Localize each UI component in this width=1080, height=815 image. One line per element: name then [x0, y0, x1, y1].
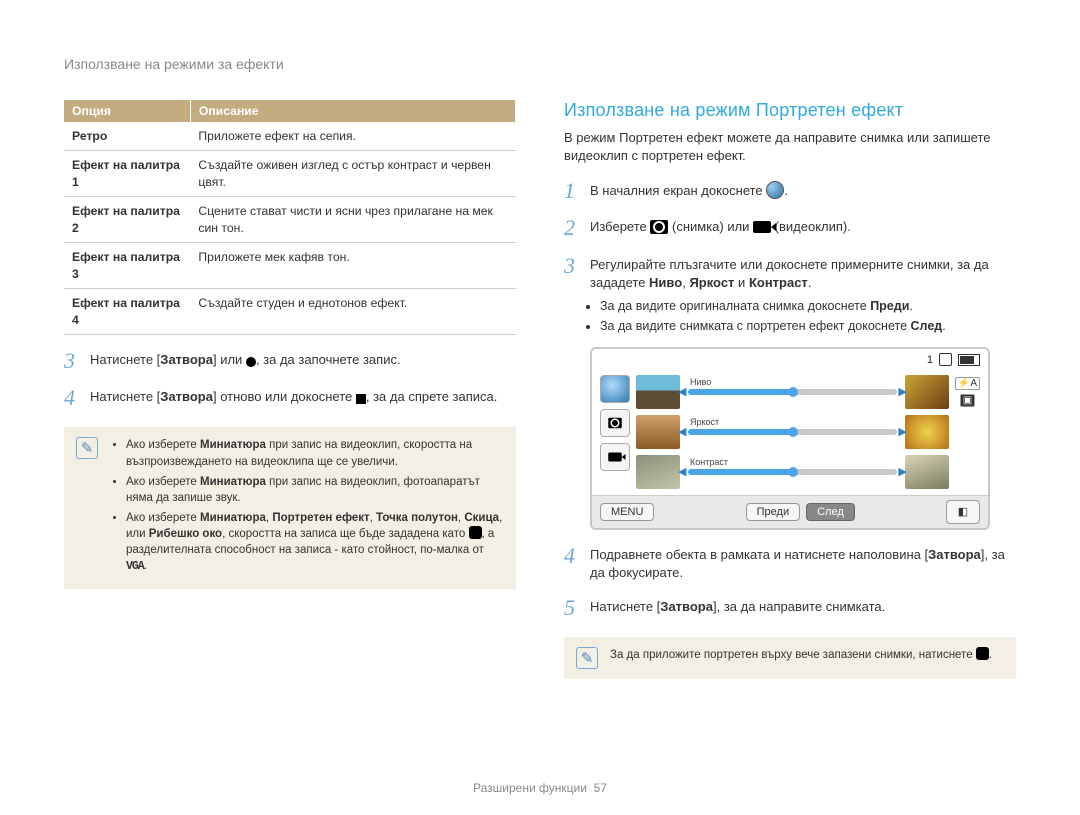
contrast-slider[interactable]: Контраст ◀ ▶: [688, 469, 897, 475]
sd-icon: [939, 353, 952, 366]
lcd-bottom-bar: MENU Преди След ◧: [592, 495, 988, 528]
arrow-left-icon: ◀: [678, 465, 686, 478]
flash-icon[interactable]: ⚡A: [955, 377, 980, 390]
brightness-slider[interactable]: Яркост ◀ ▶: [688, 429, 897, 435]
step-number: 3: [64, 349, 80, 372]
slider-row: Контраст ◀ ▶: [636, 455, 949, 489]
sample-thumb[interactable]: [905, 455, 949, 489]
columns: Опция Описание РетроПриложете ефект на с…: [64, 100, 1016, 679]
globe-icon: [766, 181, 784, 199]
step-text: Изберете (снимка) или (видеоклип).: [590, 216, 1016, 239]
vga-icon: VGA: [126, 560, 144, 573]
apply-icon: [976, 647, 989, 660]
lcd-side-buttons: [600, 375, 630, 471]
note-item: Ако изберете Миниатюра при запис на виде…: [126, 437, 504, 469]
right-step-3: 3 Регулирайте плъзгачите или докоснете п…: [564, 254, 1016, 292]
arrow-right-icon: ▶: [898, 425, 906, 438]
options-table: Опция Описание РетроПриложете ефект на с…: [64, 100, 516, 335]
right-step-1: 1 В началния екран докоснете .: [564, 179, 1016, 202]
note-icon: ✎: [76, 437, 98, 459]
step-number: 1: [564, 179, 580, 202]
sample-thumb[interactable]: [905, 415, 949, 449]
counter: 1: [927, 354, 933, 366]
step-text: Подравнете обекта в рамката и натиснете …: [590, 544, 1016, 582]
sample-thumb[interactable]: [905, 375, 949, 409]
lcd-status-bar: 1: [592, 349, 988, 371]
lcd-body: Ниво ◀ ▶ Яркост ◀: [592, 371, 988, 495]
slider-knob[interactable]: [788, 467, 798, 477]
table-row: Ефект на палитра 1Създайте оживен изглед…: [64, 151, 516, 197]
step-text: Натиснете [Затвора] отново или докоснете…: [90, 386, 516, 409]
slider-knob[interactable]: [788, 427, 798, 437]
table-row: РетроПриложете ефект на сепия.: [64, 122, 516, 151]
note-icon: ✎: [576, 647, 598, 669]
camera-icon: [608, 417, 622, 428]
step-text: Натиснете [Затвора], за да направите сни…: [590, 596, 1016, 619]
bullet-item: За да видите оригиналната снимка докосне…: [600, 298, 1016, 315]
page: Използване на режими за ефекти Опция Опи…: [0, 0, 1080, 815]
record-icon: [246, 357, 256, 367]
step-number: 4: [64, 386, 80, 409]
left-column: Опция Описание РетроПриложете ефект на с…: [64, 100, 516, 679]
after-button[interactable]: След: [806, 503, 855, 521]
slider-row: Ниво ◀ ▶: [636, 375, 949, 409]
mode-camera-button[interactable]: [600, 409, 630, 437]
step-text: Регулирайте плъзгачите или докоснете при…: [590, 254, 1016, 292]
step-number: 5: [564, 596, 580, 619]
right-step-2: 2 Изберете (снимка) или (видеоклип).: [564, 216, 1016, 239]
sample-thumb[interactable]: [636, 415, 680, 449]
arrow-right-icon: ▶: [898, 385, 906, 398]
video-icon: [608, 452, 622, 461]
note-box-right: ✎ За да приложите портретен върху вече з…: [564, 637, 1016, 679]
stop-icon: [356, 394, 366, 404]
right-step-5: 5 Натиснете [Затвора], за да направите с…: [564, 596, 1016, 619]
sub-bullets: За да видите оригиналната снимка докосне…: [564, 298, 1016, 335]
section-heading: Използване на режим Портретен ефект: [564, 100, 1016, 121]
before-button[interactable]: Преди: [746, 503, 800, 521]
th-option: Опция: [64, 100, 190, 122]
note-text: За да приложите портретен върху вече зап…: [610, 647, 992, 669]
video-icon: [753, 221, 771, 233]
right-step-4: 4 Подравнете обекта в рамката и натиснет…: [564, 544, 1016, 582]
right-column: Използване на режим Портретен ефект В ре…: [564, 100, 1016, 679]
slider-rows: Ниво ◀ ▶ Яркост ◀: [636, 375, 949, 489]
step-number: 4: [564, 544, 580, 582]
left-step-4: 4 Натиснете [Затвора] отново или докосне…: [64, 386, 516, 409]
table-row: Ефект на палитра 2Сцените стават чисти и…: [64, 197, 516, 243]
menu-button[interactable]: MENU: [600, 503, 654, 521]
bullet-item: За да видите снимката с портретен ефект …: [600, 318, 1016, 335]
lcd-right-strip: ⚡A ▣: [955, 375, 980, 407]
page-footer: Разширени функции 57: [0, 781, 1080, 795]
sample-thumb[interactable]: [636, 455, 680, 489]
arrow-left-icon: ◀: [678, 385, 686, 398]
table-row: Ефект на палитра 4Създайте студен и едно…: [64, 289, 516, 335]
mode-icon: [469, 526, 482, 539]
camera-icon: [650, 220, 668, 234]
table-row: Ефект на палитра 3Приложете мек кафяв то…: [64, 243, 516, 289]
battery-icon: [958, 354, 980, 366]
arrow-left-icon: ◀: [678, 425, 686, 438]
step-number: 2: [564, 216, 580, 239]
level-slider[interactable]: Ниво ◀ ▶: [688, 389, 897, 395]
note-box-left: ✎ Ако изберете Миниатюра при запис на ви…: [64, 427, 516, 589]
exposure-icon[interactable]: ▣: [960, 394, 975, 407]
note-item: Ако изберете Миниатюра, Портретен ефект,…: [126, 510, 504, 575]
mode-globe-button[interactable]: [600, 375, 630, 403]
gallery-button[interactable]: ◧: [946, 500, 980, 524]
note-item: Ако изберете Миниатюра при запис на виде…: [126, 474, 504, 506]
slider-knob[interactable]: [788, 387, 798, 397]
step-text: Натиснете [Затвора] или , за да започнет…: [90, 349, 516, 372]
left-step-3: 3 Натиснете [Затвора] или , за да започн…: [64, 349, 516, 372]
note-list: Ако изберете Миниатюра при запис на виде…: [110, 437, 504, 579]
section-intro: В режим Портретен ефект можете да направ…: [564, 129, 1016, 165]
mode-video-button[interactable]: [600, 443, 630, 471]
arrow-right-icon: ▶: [898, 465, 906, 478]
th-desc: Описание: [190, 100, 515, 122]
slider-row: Яркост ◀ ▶: [636, 415, 949, 449]
sample-thumb[interactable]: [636, 375, 680, 409]
step-number: 3: [564, 254, 580, 292]
lcd-illustration: 1 Ниво ◀: [590, 347, 990, 530]
page-header: Използване на режими за ефекти: [64, 56, 1016, 72]
step-text: В началния екран докоснете .: [590, 179, 1016, 202]
